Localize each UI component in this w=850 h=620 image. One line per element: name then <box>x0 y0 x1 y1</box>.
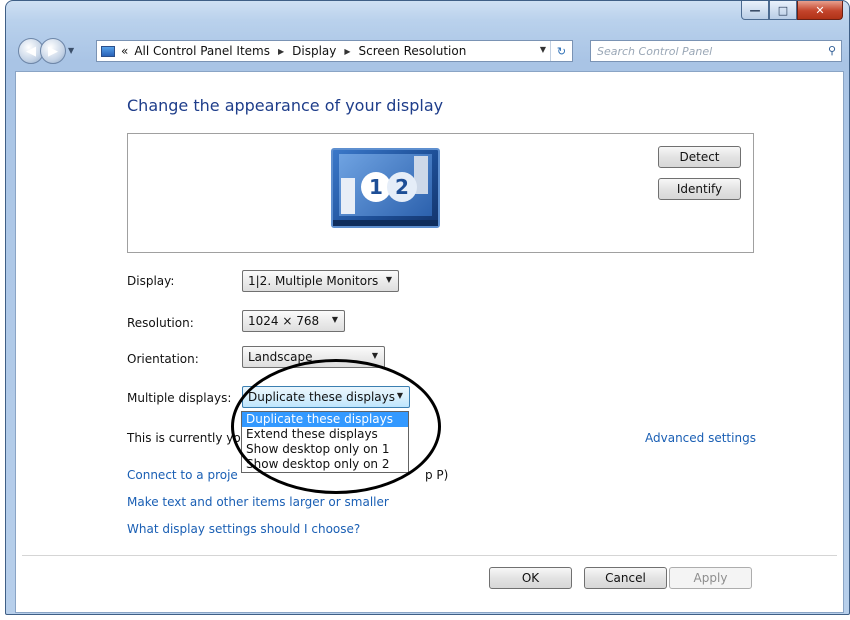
monitor-2-badge: 2 <box>387 172 417 202</box>
chevron-right-icon[interactable]: ▶ <box>344 47 350 56</box>
close-button[interactable]: ✕ <box>797 1 843 20</box>
address-bar[interactable]: « All Control Panel Items ▶ Display ▶ Sc… <box>96 40 573 62</box>
text-size-link[interactable]: Make text and other items larger or smal… <box>127 495 389 509</box>
apply-button[interactable]: Apply <box>669 567 752 589</box>
window-thumbnail-icon <box>341 178 355 214</box>
ok-button[interactable]: OK <box>489 567 572 589</box>
detect-button[interactable]: Detect <box>658 146 741 168</box>
recent-pages-dropdown-icon[interactable]: ▼ <box>68 46 74 55</box>
multiple-displays-dropdown-list: Duplicate these displays Extend these di… <box>241 411 409 473</box>
orientation-label: Orientation: <box>127 352 199 366</box>
refresh-button[interactable]: ↻ <box>550 41 572 61</box>
caption-buttons: — □ ✕ <box>741 1 843 20</box>
display-select[interactable]: 1|2. Multiple Monitors ▼ <box>242 270 399 292</box>
refresh-icon: ↻ <box>556 44 567 58</box>
advanced-settings-link[interactable]: Advanced settings <box>645 431 756 445</box>
maximize-button[interactable]: □ <box>769 1 797 20</box>
address-dropdown-icon[interactable]: ▼ <box>540 45 546 54</box>
search-icon[interactable]: ⚲ <box>828 44 836 57</box>
monitor-number-badges: 1 2 <box>361 172 417 202</box>
content-pane: Change the appearance of your display 1 … <box>15 71 844 613</box>
search-input[interactable] <box>591 41 811 61</box>
resolution-label: Resolution: <box>127 316 194 330</box>
display-select-value: 1|2. Multiple Monitors <box>248 274 379 288</box>
display-label: Display: <box>127 274 175 288</box>
identify-button[interactable]: Identify <box>658 178 741 200</box>
chevron-right-icon[interactable]: ▶ <box>278 47 284 56</box>
navigation-bar: ◀ ▶ ▼ « All Control Panel Items ▶ Displa… <box>16 38 846 68</box>
dropdown-option-show-only-2[interactable]: Show desktop only on 2 <box>242 457 408 472</box>
resolution-select-value: 1024 × 768 <box>248 314 320 328</box>
cancel-button[interactable]: Cancel <box>584 567 667 589</box>
dropdown-option-duplicate[interactable]: Duplicate these displays <box>242 412 408 427</box>
monitor-screen: 1 2 <box>339 154 432 216</box>
forward-button[interactable]: ▶ <box>40 38 66 64</box>
breadcrumb-screen-resolution[interactable]: Screen Resolution <box>359 44 467 58</box>
back-arrow-icon: ◀ <box>26 43 36 59</box>
control-panel-icon <box>101 45 115 57</box>
multiple-displays-label: Multiple displays: <box>127 391 232 405</box>
display-help-link[interactable]: What display settings should I choose? <box>127 522 360 536</box>
orientation-select-value: Landscape <box>248 350 313 364</box>
forward-arrow-icon: ▶ <box>48 43 58 59</box>
connect-projector-link[interactable]: Connect to a proje <box>127 468 238 482</box>
breadcrumb-all-control-panel-items[interactable]: All Control Panel Items <box>134 44 270 58</box>
breadcrumb: « All Control Panel Items ▶ Display ▶ Sc… <box>121 44 466 58</box>
page-title: Change the appearance of your display <box>127 96 444 115</box>
footer-divider <box>22 555 837 556</box>
multiple-displays-select[interactable]: Duplicate these displays ▼ <box>242 386 410 408</box>
breadcrumb-display[interactable]: Display <box>292 44 336 58</box>
chevron-down-icon: ▼ <box>331 315 338 324</box>
dropdown-option-show-only-1[interactable]: Show desktop only on 1 <box>242 442 408 457</box>
breadcrumb-overflow[interactable]: « <box>121 44 128 58</box>
search-box[interactable]: ⚲ <box>590 40 842 62</box>
connect-projector-link-tail: p P) <box>425 468 449 482</box>
chevron-down-icon: ▼ <box>385 275 392 284</box>
monitor-icon[interactable]: 1 2 <box>331 148 440 228</box>
orientation-select[interactable]: Landscape ▼ <box>242 346 385 368</box>
status-text: This is currently you <box>127 431 249 445</box>
resolution-select[interactable]: 1024 × 768 ▼ <box>242 310 345 332</box>
chevron-down-icon: ▼ <box>371 351 378 360</box>
monitor-preview-panel: 1 2 Detect Identify <box>127 133 754 253</box>
chevron-down-icon: ▼ <box>396 391 403 400</box>
dropdown-option-extend[interactable]: Extend these displays <box>242 427 408 442</box>
multiple-displays-select-value: Duplicate these displays <box>248 390 395 404</box>
minimize-button[interactable]: — <box>741 1 769 20</box>
monitor-stand <box>333 220 438 226</box>
